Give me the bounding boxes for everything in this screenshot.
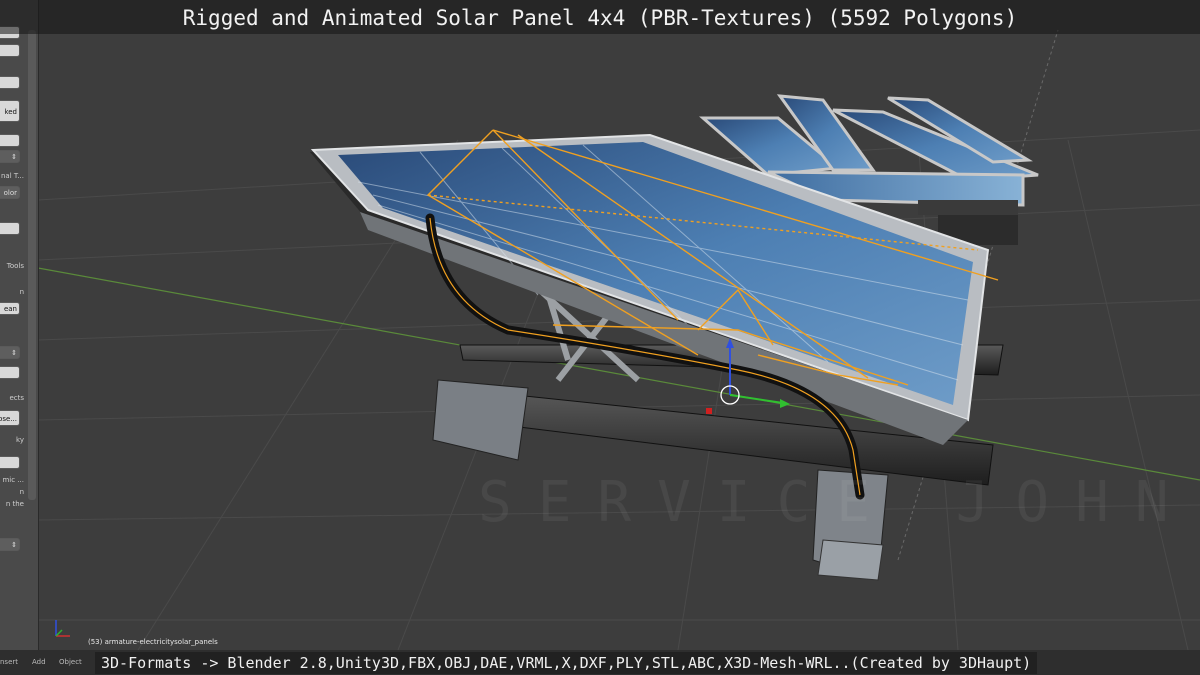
sky-label: ky (16, 436, 24, 444)
tool-button[interactable] (0, 222, 20, 235)
page-title: Rigged and Animated Solar Panel 4x4 (PBR… (0, 0, 1200, 34)
tool-button[interactable] (0, 366, 20, 379)
ects-label: ects (9, 394, 24, 402)
n-label: n (19, 288, 24, 296)
tool-panel-scrollbar[interactable] (28, 30, 36, 500)
tool-button[interactable] (0, 76, 20, 89)
tool-button[interactable] (0, 456, 20, 469)
close-button[interactable]: ose... (0, 410, 20, 426)
mic-label: mic ... (2, 476, 24, 484)
tool-button[interactable] (0, 134, 20, 147)
object-info-text: (53) armature-electricitysolar_panels (88, 638, 218, 646)
tool-dropdown[interactable]: ⇕ (0, 346, 20, 359)
formats-caption: 3D-Formats -> Blender 2.8,Unity3D,FBX,OB… (95, 652, 1038, 674)
menu-object[interactable]: Object (59, 658, 82, 666)
color-button[interactable]: olor (0, 186, 20, 199)
nthe-label: n the (5, 500, 24, 508)
tool-shelf[interactable]: ked ⇕ nal T... olor Tools n ean ⇕ ects o… (0, 0, 39, 650)
axis-orientation-icon (55, 620, 70, 637)
menu-add[interactable]: Add (32, 658, 46, 666)
n2-label: n (19, 488, 24, 496)
menu-insert[interactable]: nsert (0, 658, 18, 666)
normal-label: nal T... (0, 172, 24, 180)
tool-button[interactable] (0, 44, 20, 57)
tools-label: Tools (6, 262, 24, 270)
tool-dropdown[interactable]: ⇕ (0, 150, 20, 163)
scene-render[interactable] (38, 0, 1200, 650)
masked-button[interactable]: ked (0, 100, 20, 122)
watermark: SERVICE JOHN (478, 470, 1195, 535)
3d-viewport[interactable]: SERVICE JOHN (38, 0, 1200, 650)
tool-dropdown[interactable]: ⇕ (0, 538, 20, 551)
mean-button[interactable]: ean (0, 302, 20, 315)
